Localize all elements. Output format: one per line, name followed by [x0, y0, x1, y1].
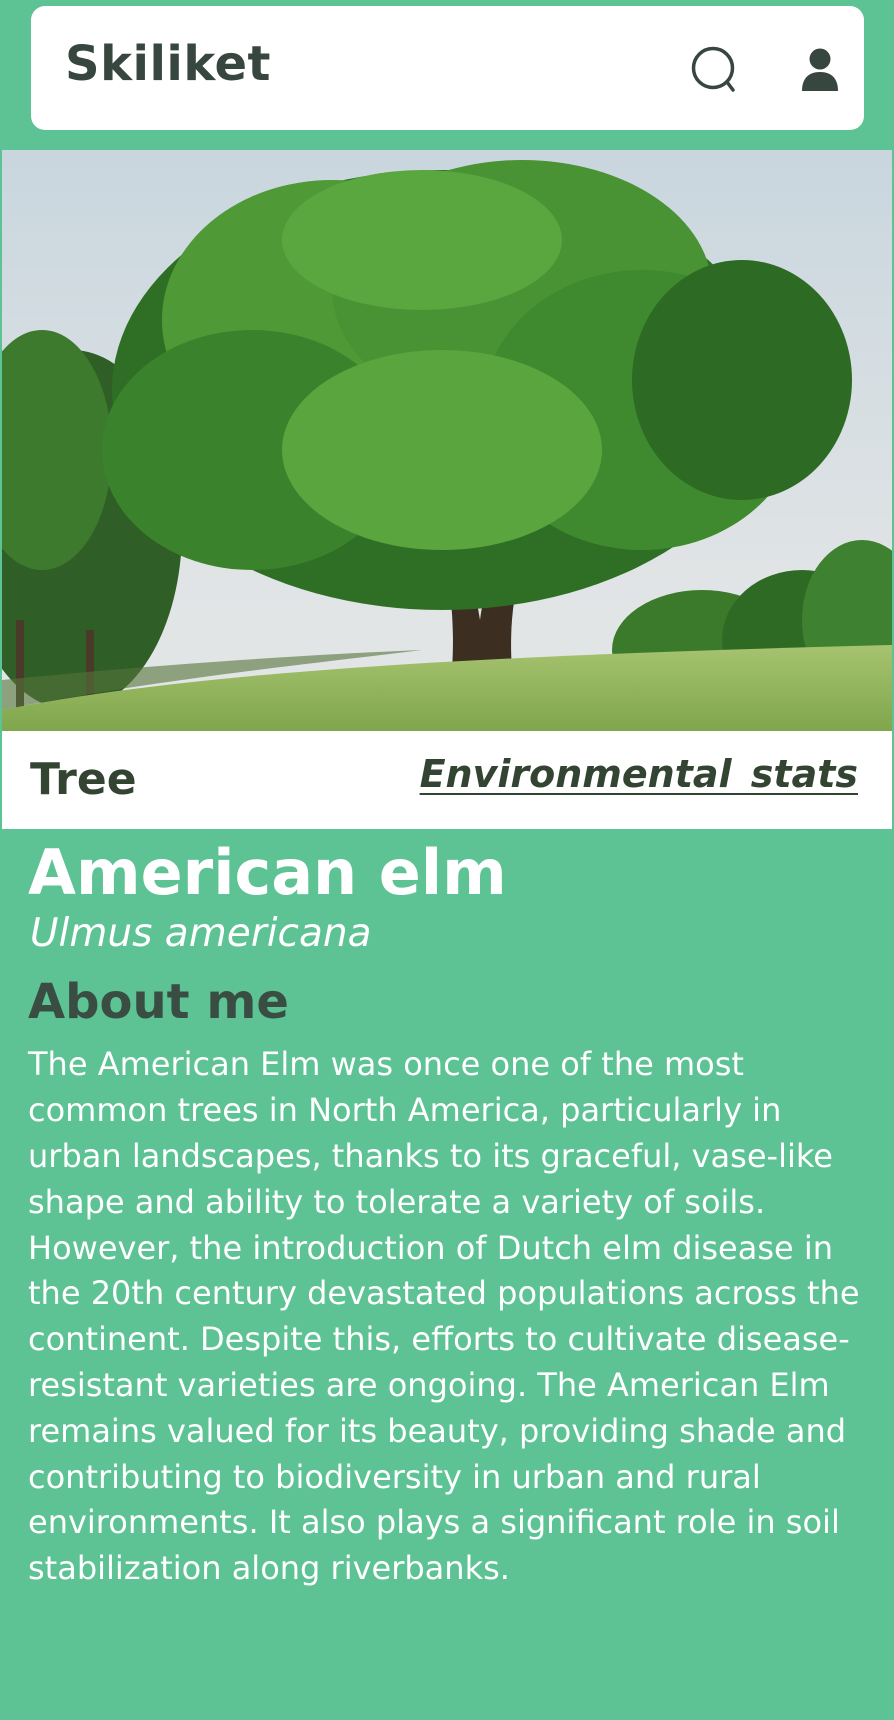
- app-title[interactable]: Skiliket: [65, 40, 271, 88]
- search-button[interactable]: [687, 42, 743, 98]
- info-strip: Tree Environmental stats: [2, 731, 892, 829]
- species-content: American elm Ulmus americana About me Th…: [28, 836, 878, 1592]
- search-icon: [691, 46, 735, 92]
- category-label: Tree: [30, 754, 137, 805]
- species-latin-name: Ulmus americana: [30, 910, 372, 956]
- about-description: The American Elm was once one of the mos…: [28, 1045, 860, 1588]
- tree-illustration: [2, 150, 892, 731]
- user-profile-button[interactable]: [792, 42, 848, 98]
- top-header: Skiliket: [31, 6, 864, 130]
- user-icon: [802, 48, 838, 91]
- species-common-name: American elm: [28, 836, 507, 909]
- environmental-stats-link[interactable]: Environmental stats: [420, 753, 858, 796]
- tree-photo: [2, 150, 892, 731]
- about-heading: About me: [28, 973, 289, 1030]
